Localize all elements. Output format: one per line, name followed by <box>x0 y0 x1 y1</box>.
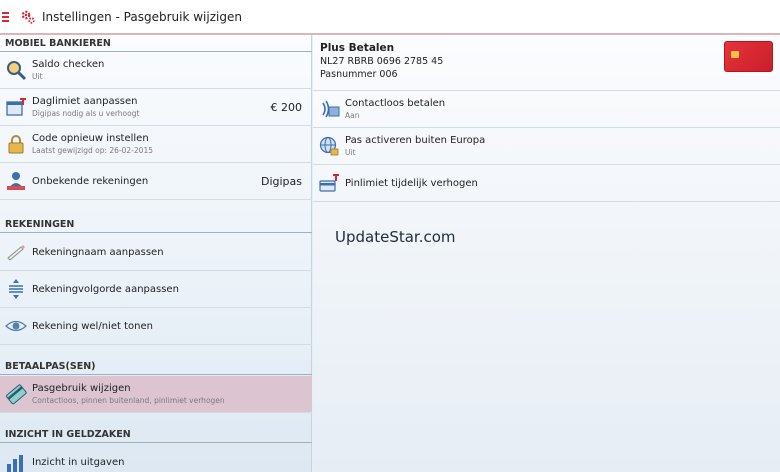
setting-title: Saldo checken <box>32 59 105 70</box>
bar-chart-icon <box>5 452 27 472</box>
setting-rekening-tonen[interactable]: Rekening wel/niet tonen <box>0 308 312 345</box>
setting-title: Daglimiet aanpassen <box>32 96 138 107</box>
pencil-icon <box>5 241 27 263</box>
card-title: Plus Betalen <box>320 42 395 54</box>
eye-icon <box>5 315 27 337</box>
section-mobiel-bankieren: MOBIEL BANKIEREN <box>0 35 312 52</box>
setting-title: Rekeningnaam aanpassen <box>32 246 164 258</box>
setting-status: Uit <box>345 148 356 157</box>
section-rekeningen: REKENINGEN <box>0 200 312 233</box>
setting-status: Laatst gewijzigd op: 26-02-2015 <box>32 146 153 155</box>
setting-inzicht-uitgaven[interactable]: Inzicht in uitgaven <box>0 444 312 472</box>
setting-status: Aan <box>345 111 360 120</box>
section-inzicht: INZICHT IN GELDZAKEN <box>0 413 312 443</box>
card-icon <box>5 383 27 405</box>
card-pasnummer: Pasnummer 006 <box>320 69 398 80</box>
section-header: REKENINGEN <box>5 219 75 230</box>
setting-rekeningvolgorde[interactable]: Rekeningvolgorde aanpassen <box>0 271 312 308</box>
calendar-limit-icon <box>5 96 27 118</box>
setting-pasgebruik-wijzigen[interactable]: Pasgebruik wijzigen Contactloos, pinnen … <box>0 376 312 413</box>
section-betaalpassen: BETAALPAS(SEN) <box>0 345 312 375</box>
setting-pinlimiet-verhogen[interactable]: Pinlimiet tijdelijk verhogen <box>313 165 780 202</box>
setting-title: Pasgebruik wijzigen <box>32 383 131 394</box>
setting-title: Contactloos betalen <box>345 98 446 109</box>
setting-title: Pas activeren buiten Europa <box>345 135 486 146</box>
setting-saldo-checken[interactable]: Saldo checken Uit <box>0 52 312 89</box>
setting-status: Contactloos, pinnen buitenland, pinlimie… <box>32 396 225 405</box>
section-header: BETAALPAS(SEN) <box>5 361 96 372</box>
watermark-text: UpdateStar.com <box>335 228 456 246</box>
setting-code-opnieuw[interactable]: Code opnieuw instellen Laatst gewijzigd … <box>0 126 312 163</box>
settings-list: MOBIEL BANKIEREN Saldo checken Uit Dagli… <box>0 35 312 472</box>
card-detail-panel: Plus Betalen NL27 RBRB 0696 2785 45 Pasn… <box>313 35 780 472</box>
setting-title: Rekening wel/niet tonen <box>32 320 153 332</box>
top-bar: Instellingen - Pasgebruik wijzigen <box>0 0 780 35</box>
page-title: Instellingen - Pasgebruik wijzigen <box>42 9 242 24</box>
reorder-icon <box>5 278 27 300</box>
setting-title: Code opnieuw instellen <box>32 133 149 144</box>
contactless-icon <box>318 98 340 120</box>
card-iban: NL27 RBRB 0696 2785 45 <box>320 56 444 67</box>
setting-title: Inzicht in uitgaven <box>32 457 125 468</box>
lock-icon <box>5 133 27 155</box>
setting-status: Digipas nodig als u verhoogt <box>32 109 140 118</box>
setting-daglimiet[interactable]: Daglimiet aanpassen Digipas nodig als u … <box>0 89 312 126</box>
setting-rekeningnaam[interactable]: Rekeningnaam aanpassen <box>0 234 312 271</box>
card-summary: Plus Betalen NL27 RBRB 0696 2785 45 Pasn… <box>313 35 780 91</box>
setting-status: Uit <box>32 72 43 81</box>
setting-value: Digipas <box>260 174 302 188</box>
setting-value: € 200 <box>270 100 303 114</box>
setting-pas-buiten-europa[interactable]: Pas activeren buiten Europa Uit <box>313 128 780 165</box>
setting-title: Onbekende rekeningen <box>32 175 149 187</box>
magnifier-icon <box>5 59 27 81</box>
menu-icon[interactable] <box>2 11 16 22</box>
section-header: INZICHT IN GELDZAKEN <box>5 429 131 440</box>
setting-contactloos-betalen[interactable]: Contactloos betalen Aan <box>313 91 780 128</box>
setting-title: Pinlimiet tijdelijk verhogen <box>345 177 478 189</box>
person-icon <box>5 170 27 192</box>
bank-card-icon <box>724 41 773 72</box>
section-header: MOBIEL BANKIEREN <box>0 35 312 52</box>
setting-onbekende-rekeningen[interactable]: Onbekende rekeningen Digipas <box>0 163 312 200</box>
card-limit-icon <box>318 172 340 194</box>
gear-icon <box>20 9 36 25</box>
setting-title: Rekeningvolgorde aanpassen <box>32 283 179 295</box>
globe-lock-icon <box>318 135 340 157</box>
